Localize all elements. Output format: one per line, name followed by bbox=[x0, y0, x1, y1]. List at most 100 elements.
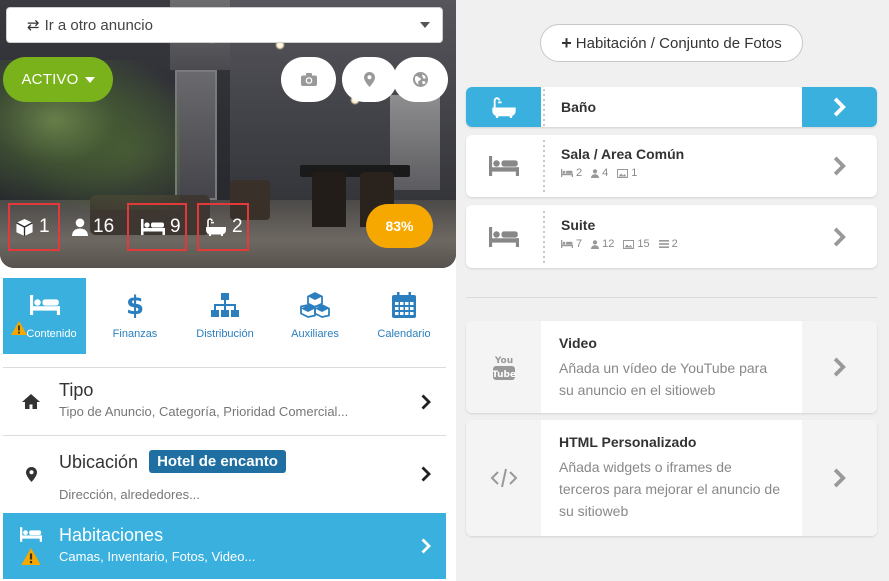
home-icon bbox=[22, 394, 40, 409]
menu-item-subtitle: Camas, Inventario, Fotos, Video... bbox=[59, 549, 256, 564]
feature-card-video[interactable]: You Tube Video Añada un vídeo de YouTube … bbox=[466, 321, 877, 413]
drag-handle[interactable] bbox=[541, 135, 551, 197]
inventory-count: 1 bbox=[8, 203, 60, 251]
feature-card-custom-html[interactable]: HTML Personalizado Añada widgets o ifram… bbox=[466, 420, 877, 536]
baths-count: 2 bbox=[197, 203, 249, 251]
room-card-sala[interactable]: Sala / Area Común 2 4 1 bbox=[466, 135, 877, 197]
status-dropdown-button[interactable]: ACTIVO bbox=[3, 57, 113, 102]
svg-text:$: $ bbox=[127, 291, 143, 319]
beds-count: 9 bbox=[127, 203, 187, 251]
menu-item-habitaciones[interactable]: Habitaciones Camas, Inventario, Fotos, V… bbox=[3, 513, 446, 579]
room-photos: 15 bbox=[637, 238, 650, 250]
listing-selector-dropdown[interactable]: ⇄ Ir a otro anuncio bbox=[6, 7, 443, 43]
cube-icon bbox=[16, 218, 33, 236]
menu-item-title: Tipo bbox=[59, 380, 94, 400]
svg-text:You: You bbox=[493, 356, 512, 366]
status-label: ACTIVO bbox=[21, 71, 79, 88]
chevron-right-icon bbox=[421, 394, 431, 409]
tab-calendario[interactable]: Calendario bbox=[364, 278, 444, 354]
tab-contenido[interactable]: Contenido bbox=[3, 278, 86, 354]
website-button[interactable] bbox=[393, 57, 448, 102]
chevron-right-icon bbox=[421, 466, 431, 482]
chevron-right-icon bbox=[833, 156, 846, 176]
calendar-icon bbox=[392, 292, 416, 318]
room-items: 2 bbox=[671, 238, 678, 250]
section-tabs: Contenido $ Finanzas Distribución Auxili… bbox=[0, 278, 456, 354]
feature-description: Añada widgets o iframes de terceros para… bbox=[559, 459, 781, 519]
room-title: Suite bbox=[561, 217, 596, 233]
room-title: Sala / Area Común bbox=[561, 146, 685, 162]
completion-badge[interactable]: 83% bbox=[366, 204, 433, 248]
drag-handle[interactable] bbox=[541, 205, 551, 268]
inventory-value: 1 bbox=[39, 216, 50, 237]
property-type-badge: Hotel de encanto bbox=[149, 450, 286, 473]
bed-icon bbox=[561, 240, 573, 248]
map-pin-icon bbox=[364, 72, 375, 87]
drag-handle[interactable] bbox=[541, 87, 551, 127]
user-icon bbox=[591, 168, 600, 178]
room-beds: 7 bbox=[576, 238, 583, 250]
user-icon bbox=[72, 218, 88, 236]
add-room-photo-set-button[interactable]: + Habitación / Conjunto de Fotos bbox=[540, 24, 803, 62]
bathtub-icon bbox=[491, 96, 516, 118]
feature-title: Video bbox=[559, 335, 597, 351]
map-pin-icon bbox=[25, 466, 37, 482]
bed-icon bbox=[561, 169, 573, 177]
dollar-icon: $ bbox=[127, 291, 143, 319]
menu-item-title: Habitaciones bbox=[59, 525, 164, 545]
user-icon bbox=[591, 239, 600, 249]
room-card-bano[interactable]: Baño bbox=[466, 87, 877, 127]
location-button[interactable] bbox=[342, 57, 397, 102]
plus-icon: + bbox=[561, 32, 572, 53]
globe-icon bbox=[413, 72, 428, 87]
chevron-right-icon bbox=[833, 97, 846, 117]
room-card-suite[interactable]: Suite 7 12 15 2 bbox=[466, 205, 877, 268]
bed-icon bbox=[20, 527, 42, 542]
menu-item-tipo[interactable]: Tipo Tipo de Anuncio, Categoría, Priorid… bbox=[3, 367, 446, 435]
beds-value: 9 bbox=[170, 216, 181, 237]
baths-value: 2 bbox=[232, 216, 243, 237]
tab-label: Auxiliares bbox=[291, 328, 339, 340]
bed-icon bbox=[141, 219, 165, 235]
youtube-icon: You Tube bbox=[492, 356, 516, 380]
caret-down-icon bbox=[84, 76, 95, 83]
photos-button[interactable] bbox=[281, 57, 336, 102]
menu-item-ubicacion[interactable]: Ubicación Hotel de encanto Dirección, al… bbox=[3, 435, 446, 512]
chevron-right-icon bbox=[421, 538, 431, 554]
menu-item-subtitle: Tipo de Anuncio, Categoría, Prioridad Co… bbox=[59, 404, 349, 419]
add-button-label: Habitación / Conjunto de Fotos bbox=[575, 34, 782, 52]
bed-icon bbox=[488, 226, 519, 247]
chevron-right-icon bbox=[833, 468, 846, 488]
tab-auxiliares[interactable]: Auxiliares bbox=[276, 278, 354, 354]
bed-icon bbox=[29, 295, 60, 315]
tab-distribucion[interactable]: Distribución bbox=[182, 278, 268, 354]
bed-icon bbox=[488, 156, 519, 176]
swap-arrows-icon: ⇄ bbox=[27, 17, 40, 34]
image-icon bbox=[617, 168, 629, 178]
left-panel: ⇄ Ir a otro anuncio ACTIVO 1 16 9 2 83% … bbox=[0, 0, 456, 581]
guests-count: 16 bbox=[72, 203, 122, 251]
guests-value: 16 bbox=[93, 216, 115, 237]
room-guests: 4 bbox=[602, 167, 609, 179]
chevron-down-icon bbox=[420, 22, 430, 28]
tab-label: Distribución bbox=[196, 328, 254, 340]
menu-item-title: Ubicación bbox=[59, 452, 139, 472]
section-divider bbox=[466, 297, 877, 298]
feature-title: HTML Personalizado bbox=[559, 434, 697, 450]
chevron-right-icon bbox=[833, 357, 846, 377]
right-panel: + Habitación / Conjunto de Fotos Baño Sa… bbox=[456, 0, 889, 581]
chevron-right-icon bbox=[833, 227, 846, 246]
menu-item-subtitle: Dirección, alrededores... bbox=[59, 487, 200, 502]
cubes-icon bbox=[300, 292, 330, 318]
warning-icon bbox=[21, 548, 41, 565]
room-title: Baño bbox=[561, 99, 596, 115]
bathtub-icon bbox=[206, 218, 226, 236]
tab-finanzas[interactable]: $ Finanzas bbox=[96, 278, 174, 354]
tab-label: Calendario bbox=[377, 328, 431, 340]
tab-label: Finanzas bbox=[112, 328, 158, 340]
sitemap-icon bbox=[211, 293, 239, 317]
feature-description: Añada un vídeo de YouTube para su anunci… bbox=[559, 360, 768, 398]
completion-value: 83% bbox=[385, 218, 414, 234]
tab-label: Contenido bbox=[26, 328, 77, 340]
room-beds: 2 bbox=[576, 167, 583, 179]
